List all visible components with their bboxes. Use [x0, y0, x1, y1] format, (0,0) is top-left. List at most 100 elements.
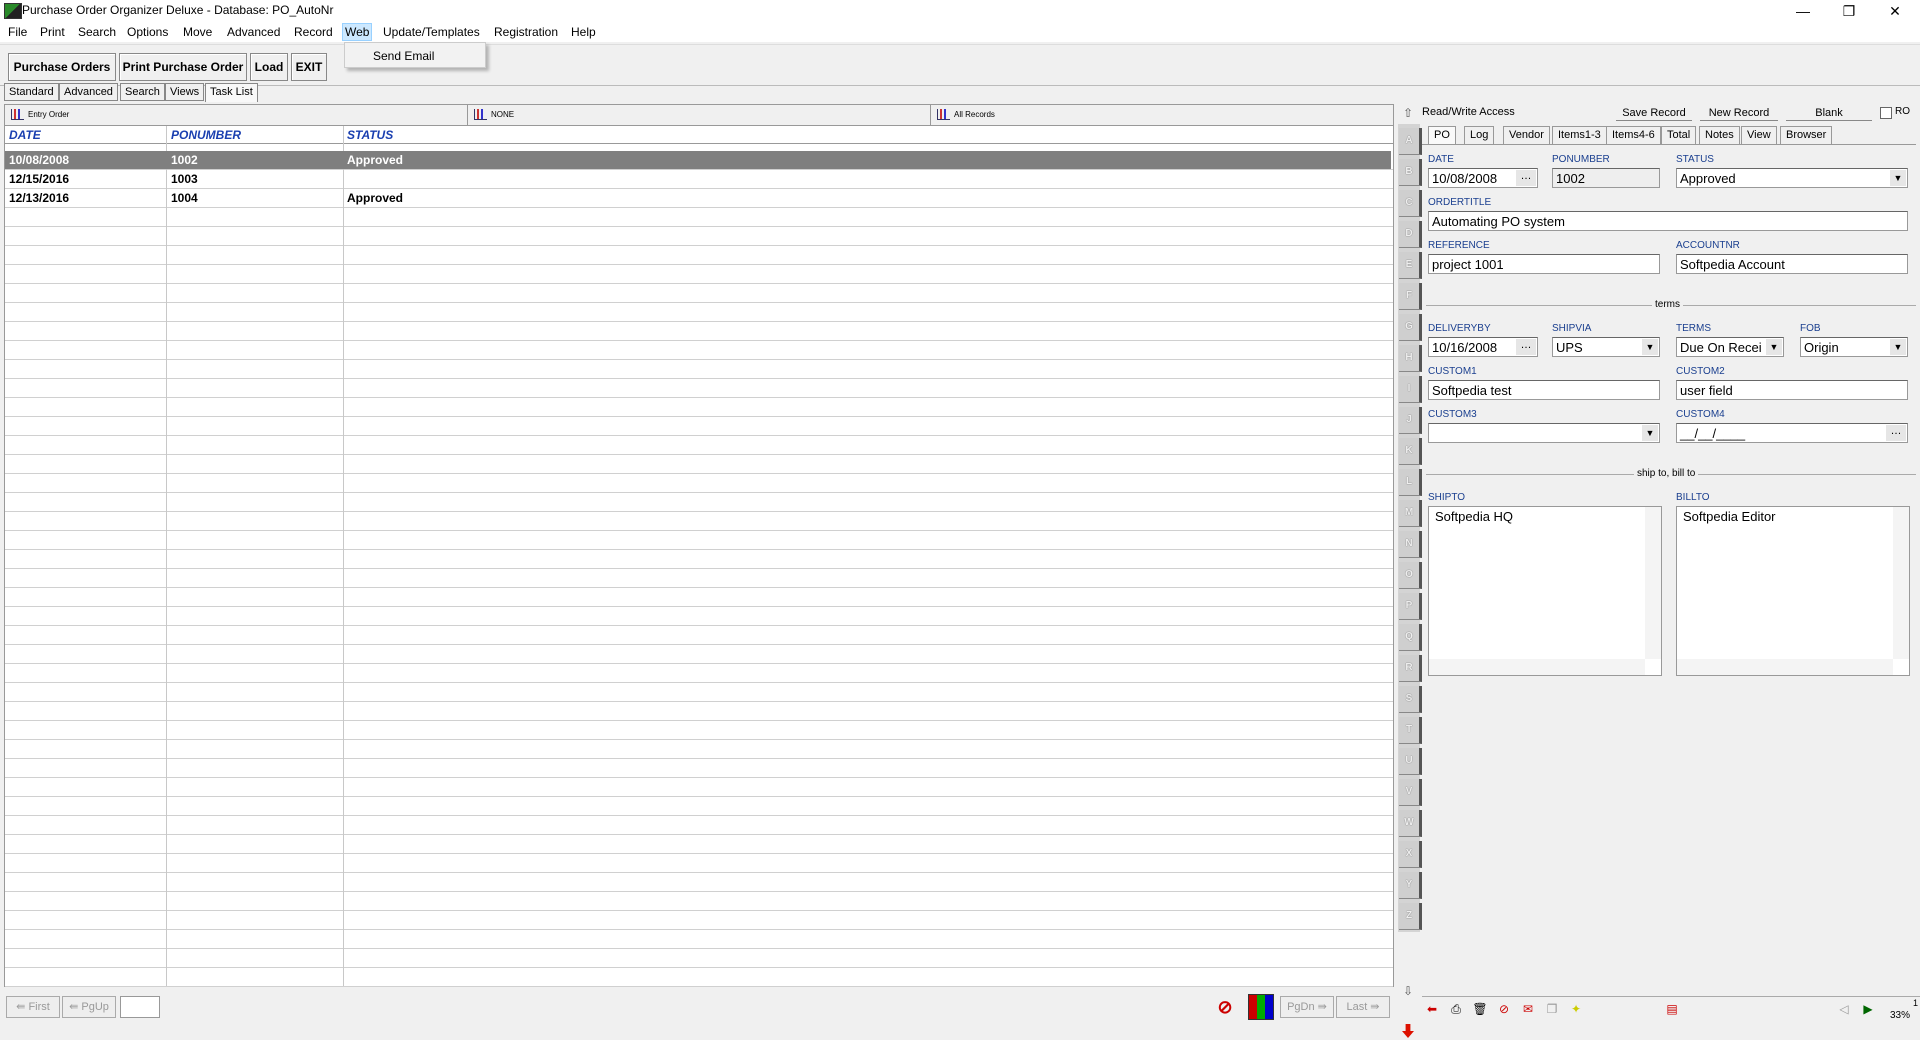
letter-index-q[interactable]: Q — [1399, 624, 1422, 651]
chevron-down-icon[interactable]: ▼ — [1890, 339, 1906, 355]
tab-standard[interactable]: Standard — [4, 83, 59, 101]
blank-button[interactable]: Blank — [1786, 106, 1872, 121]
custom2-field[interactable]: user field — [1676, 380, 1908, 400]
menu-options[interactable]: Options — [127, 25, 168, 39]
letter-index-p[interactable]: P — [1399, 593, 1422, 620]
letter-index-l[interactable]: L — [1399, 469, 1422, 496]
letter-index-u[interactable]: U — [1399, 748, 1422, 775]
tab-task-list[interactable]: Task List — [205, 83, 258, 102]
letter-index-g[interactable]: G — [1399, 314, 1422, 341]
letter-index-t[interactable]: T — [1399, 717, 1422, 744]
down-arrow-icon[interactable] — [1402, 1024, 1414, 1038]
horizontal-scrollbar[interactable] — [1429, 659, 1645, 675]
accountnr-field[interactable]: Softpedia Account — [1676, 254, 1908, 274]
letter-index-o[interactable]: O — [1399, 562, 1422, 589]
table-row[interactable]: 12/15/2016 1003 — [5, 170, 1391, 188]
purchase-orders-button[interactable]: Purchase Orders — [8, 53, 116, 81]
tab-views[interactable]: Views — [165, 83, 205, 101]
letter-index-w[interactable]: W — [1399, 810, 1422, 837]
tab-advanced[interactable]: Advanced — [59, 83, 118, 101]
tab-vendor[interactable]: Vendor — [1503, 126, 1550, 144]
letter-index-j[interactable]: J — [1399, 407, 1422, 434]
letter-index-h[interactable]: H — [1399, 345, 1422, 372]
report-icon[interactable]: ▤ — [1662, 1000, 1682, 1018]
page-input[interactable] — [120, 996, 160, 1018]
filter-selector[interactable]: All Records — [931, 105, 1392, 125]
letter-index-r[interactable]: R — [1399, 655, 1422, 682]
letter-index-z[interactable]: Z — [1399, 903, 1422, 930]
letter-index-c[interactable]: C — [1399, 190, 1422, 217]
last-record-button[interactable]: Last ⇛ — [1336, 996, 1390, 1018]
menu-web[interactable]: Web — [342, 23, 373, 41]
tab-search[interactable]: Search — [120, 83, 165, 101]
minimize-button[interactable]: — — [1780, 0, 1826, 22]
print-purchase-order-button[interactable]: Print Purchase Order — [119, 53, 247, 81]
shipvia-select[interactable]: UPS ▼ — [1552, 337, 1660, 357]
alert-icon[interactable]: ⊘ — [1214, 996, 1236, 1018]
letter-index-n[interactable]: N — [1399, 531, 1422, 558]
tab-browser[interactable]: Browser — [1780, 126, 1833, 144]
status-select[interactable]: Approved ▼ — [1676, 168, 1908, 188]
delete-icon[interactable]: 🗑 — [1470, 1000, 1490, 1018]
first-record-button[interactable]: ⇚ First — [6, 996, 60, 1018]
date-picker-button[interactable]: … — [1886, 425, 1906, 441]
letter-index-d[interactable]: D — [1399, 221, 1422, 248]
print-icon[interactable]: ⎙ — [1446, 1000, 1466, 1018]
scroll-up-arrow-icon[interactable]: ⇧ — [1400, 106, 1416, 122]
ponumber-field[interactable]: 1002 — [1552, 168, 1660, 188]
menu-update-templates[interactable]: Update/Templates — [383, 25, 480, 39]
menu-move[interactable]: Move — [183, 25, 212, 39]
ro-checkbox[interactable] — [1880, 107, 1892, 119]
page-down-button[interactable]: PgDn ⇛ — [1280, 996, 1334, 1018]
deliveryby-field[interactable]: 10/16/2008… — [1428, 337, 1538, 357]
letter-index-y[interactable]: Y — [1399, 872, 1422, 899]
letter-index-b[interactable]: B — [1399, 159, 1422, 186]
shipto-memo[interactable]: Softpedia HQ — [1428, 506, 1662, 676]
tab-items4-6[interactable]: Items4-6 — [1606, 126, 1661, 144]
alert-icon[interactable]: ⊘ — [1494, 1000, 1514, 1018]
vertical-scrollbar[interactable] — [1893, 507, 1909, 659]
back-arrow-icon[interactable]: ⬅ — [1422, 1000, 1442, 1018]
copy-icon[interactable]: ❐ — [1542, 1000, 1562, 1018]
close-button[interactable]: ✕ — [1872, 0, 1918, 22]
menu-help[interactable]: Help — [571, 25, 596, 39]
table-row[interactable]: 12/13/2016 1004 Approved — [5, 189, 1391, 207]
column-header-date[interactable]: DATE — [9, 128, 41, 142]
ordertitle-field[interactable]: Automating PO system — [1428, 211, 1908, 231]
page-up-button[interactable]: ⇚ PgUp — [62, 996, 116, 1018]
letter-index-i[interactable]: I — [1399, 376, 1422, 403]
menu-record[interactable]: Record — [294, 25, 333, 39]
letter-index-x[interactable]: X — [1399, 841, 1422, 868]
chevron-down-icon[interactable]: ▼ — [1642, 425, 1658, 441]
menu-search[interactable]: Search — [78, 25, 116, 39]
previous-icon[interactable]: ◁ — [1834, 1000, 1854, 1018]
terms-select[interactable]: Due On Recei ▼ — [1676, 337, 1784, 357]
scroll-down-arrow-icon[interactable]: ⇩ — [1400, 984, 1416, 1000]
letter-index-k[interactable]: K — [1399, 438, 1422, 465]
menu-advanced[interactable]: Advanced — [227, 25, 280, 39]
chevron-down-icon[interactable]: ▼ — [1766, 339, 1782, 355]
exit-button[interactable]: EXIT — [291, 53, 327, 81]
custom3-select[interactable]: ▼ — [1428, 423, 1660, 443]
email-icon[interactable]: ✉ — [1518, 1000, 1538, 1018]
next-icon[interactable]: ▶ — [1858, 1000, 1878, 1018]
letter-index-s[interactable]: S — [1399, 686, 1422, 713]
menu-print[interactable]: Print — [40, 25, 65, 39]
date-picker-button[interactable]: … — [1516, 339, 1536, 355]
tab-po[interactable]: PO — [1428, 126, 1456, 144]
chevron-down-icon[interactable]: ▼ — [1890, 170, 1906, 186]
custom1-field[interactable]: Softpedia test — [1428, 380, 1660, 400]
horizontal-scrollbar[interactable] — [1677, 659, 1893, 675]
date-picker-button[interactable]: … — [1516, 170, 1536, 186]
menu-file[interactable]: File — [8, 25, 27, 39]
color-grid-icon[interactable] — [1248, 994, 1274, 1020]
reference-field[interactable]: project 1001 — [1428, 254, 1660, 274]
billto-memo[interactable]: Softpedia Editor — [1676, 506, 1910, 676]
tab-total[interactable]: Total — [1661, 126, 1697, 144]
secondary-sort-selector[interactable]: NONE — [468, 105, 931, 125]
column-header-ponumber[interactable]: PONUMBER — [171, 128, 241, 142]
table-row[interactable]: 10/08/2008 1002 Approved — [5, 151, 1391, 169]
tab-log[interactable]: Log — [1464, 126, 1495, 144]
menu-registration[interactable]: Registration — [494, 25, 558, 39]
letter-index-a[interactable]: A — [1399, 128, 1422, 155]
